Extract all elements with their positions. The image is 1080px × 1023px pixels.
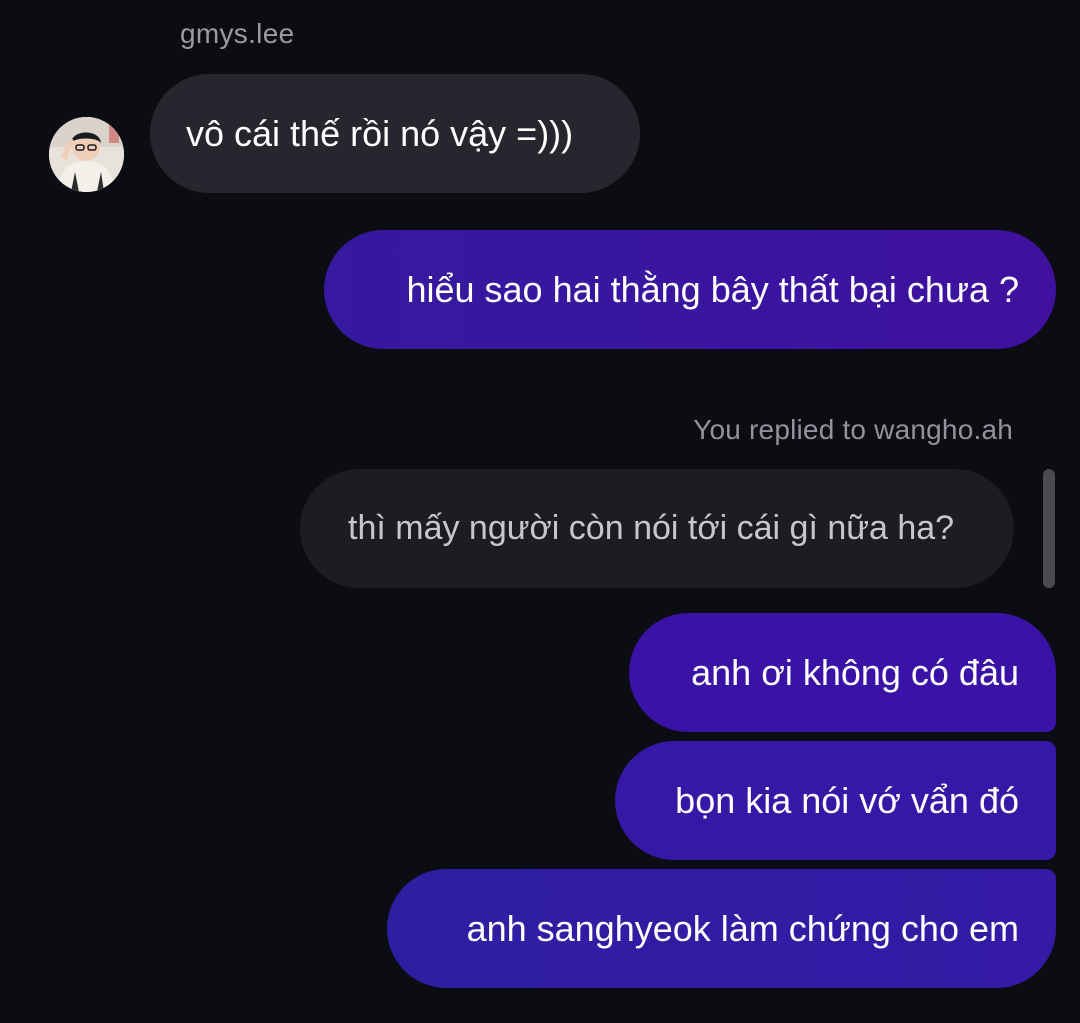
message-text: anh ơi không có đâu: [691, 651, 1019, 693]
message-text: vô cái thế rồi nó vậy =))): [186, 112, 574, 154]
message-text: bọn kia nói vớ vẩn đó: [675, 779, 1019, 821]
reply-context-label: You replied to wangho.ah: [693, 414, 1013, 445]
message-text: anh sanghyeok làm chứng cho em: [466, 907, 1019, 949]
quoted-message-text: thì mấy người còn nói tới cái gì nữa ha?: [348, 509, 955, 547]
outgoing-message-bubble[interactable]: anh ơi không có đâu: [629, 613, 1056, 732]
sender-username: gmys.lee: [180, 18, 295, 49]
avatar[interactable]: [49, 117, 124, 192]
message-text: hiểu sao hai thằng bây thất bại chưa ?: [406, 268, 1019, 310]
quoted-message-bubble[interactable]: thì mấy người còn nói tới cái gì nữa ha?: [300, 469, 1014, 588]
avatar-image: [49, 117, 124, 192]
outgoing-message-bubble[interactable]: bọn kia nói vớ vẩn đó: [615, 741, 1056, 860]
incoming-message-bubble[interactable]: vô cái thế rồi nó vậy =))): [150, 74, 640, 193]
outgoing-message-bubble[interactable]: anh sanghyeok làm chứng cho em: [387, 869, 1056, 988]
reply-indicator-bar: [1043, 469, 1055, 588]
outgoing-message-bubble[interactable]: hiểu sao hai thằng bây thất bại chưa ?: [324, 230, 1056, 349]
